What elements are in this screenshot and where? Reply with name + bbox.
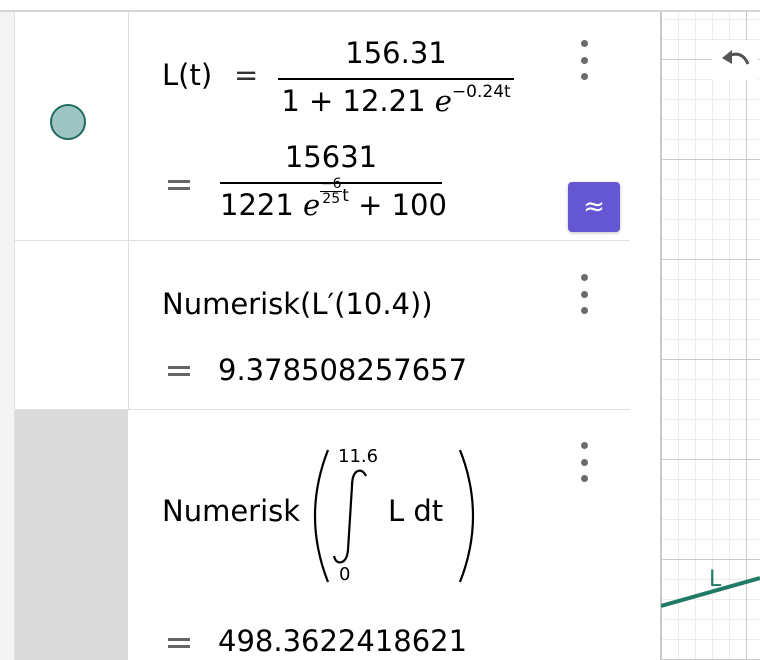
algebra-view: L(t) = 156.31 1 + 12.21 e−0.24t 15631 12… — [0, 12, 661, 660]
marble-column — [14, 241, 129, 409]
integrand: L dt — [388, 494, 444, 528]
function-lhs: L(t) — [162, 58, 213, 92]
simplified-den-base: e — [303, 188, 321, 222]
algebra-row-integral[interactable]: Numerisk 11.6 0 L dt 498.3622418621 — [14, 410, 630, 660]
denominator-exponent: −0.24t — [451, 82, 511, 102]
curve-label: L — [709, 567, 722, 592]
integral-result: 498.3622418621 — [218, 624, 468, 658]
algebra-row-function[interactable]: L(t) = 156.31 1 + 12.21 e−0.24t 15631 12… — [14, 12, 630, 241]
exponent-variable: t — [342, 186, 349, 206]
algebra-left-edge — [0, 12, 15, 660]
result-equals-icon — [168, 638, 190, 648]
result-equals-icon — [168, 180, 190, 190]
integral-lower-bound: 0 — [339, 564, 351, 585]
simplified-numerator: 15631 — [284, 140, 378, 174]
approx-toggle-button[interactable]: ≈ — [568, 182, 620, 232]
integral-func-name[interactable]: Numerisk — [162, 494, 300, 528]
row1-menu-icon[interactable] — [576, 40, 592, 80]
marble-column — [14, 410, 128, 660]
left-paren — [313, 449, 330, 583]
fraction-numerator: 156.31 — [345, 36, 447, 70]
row2-menu-icon[interactable] — [576, 274, 592, 314]
graphics-view[interactable]: L — [661, 12, 760, 660]
simplified-den-coef: 1221 — [220, 188, 294, 222]
undo-button[interactable] — [712, 40, 758, 80]
exponent-fraction: −6 25 — [320, 175, 343, 207]
integral-upper-bound: 11.6 — [338, 446, 379, 467]
top-toolbar — [0, 0, 760, 12]
result-equals-icon — [168, 366, 190, 376]
simplified-denominator: 1221 e −6 25 t + 100 — [220, 177, 447, 223]
function-fraction: 156.31 1 + 12.21 e−0.24t — [278, 34, 514, 134]
exponent-numerator: −6 — [320, 175, 343, 192]
exponent-denominator: 25 — [322, 190, 341, 207]
visibility-toggle-marble[interactable] — [50, 104, 86, 140]
denominator-base: e — [434, 84, 452, 118]
row3-menu-icon[interactable] — [576, 442, 592, 482]
marble-column — [14, 12, 129, 240]
graph-canvas: L — [661, 567, 760, 608]
definition-equals: = — [234, 58, 259, 92]
fraction-denominator: 1 + 12.21 e−0.24t — [278, 82, 514, 118]
simplified-fraction: 15631 1221 e −6 25 t + 100 — [220, 138, 447, 238]
integral-sign-icon — [332, 469, 367, 564]
undo-icon — [722, 50, 750, 65]
denominator-prefix: 1 + 12.21 — [281, 84, 426, 118]
simplified-den-suffix: + 100 — [358, 188, 447, 222]
right-paren — [458, 449, 475, 583]
algebra-row-derivative[interactable]: Numerisk(L′(10.4)) 9.378508257657 — [14, 241, 630, 410]
fraction-bar — [278, 78, 514, 80]
derivative-input[interactable]: Numerisk(L′(10.4)) — [162, 287, 433, 321]
derivative-result: 9.378508257657 — [218, 353, 468, 387]
